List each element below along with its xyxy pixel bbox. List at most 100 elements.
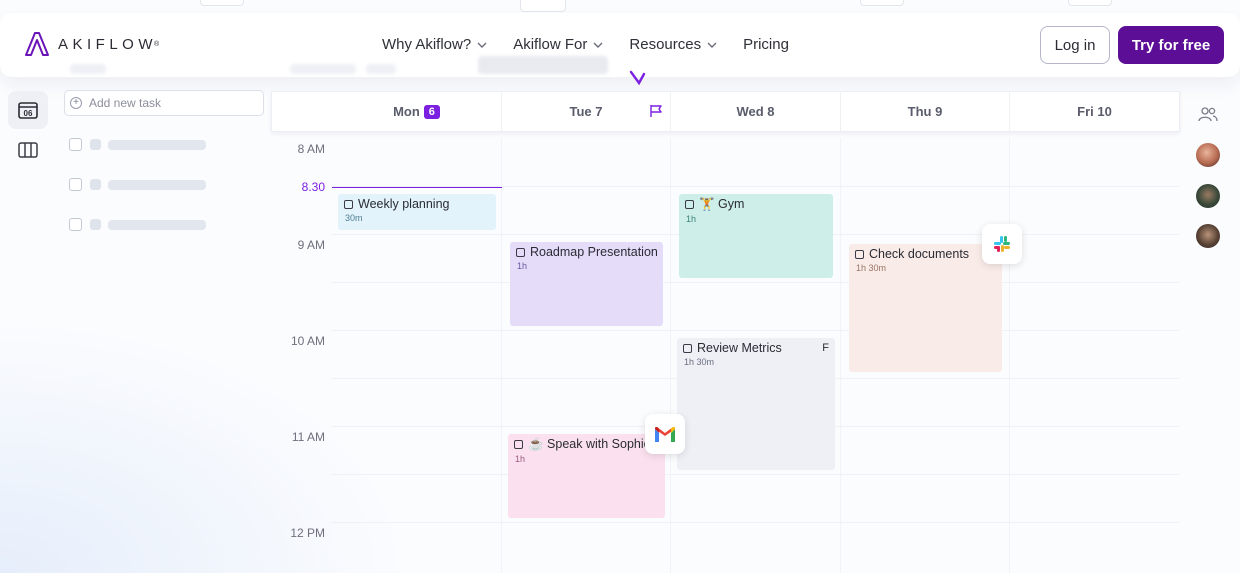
task-placeholder-row xyxy=(69,218,206,231)
event-title: Review Metrics xyxy=(697,341,782,355)
event-title: Check documents xyxy=(869,247,970,261)
day-label: Thu 9 xyxy=(907,104,943,119)
try-for-free-button[interactable]: Try for free xyxy=(1118,26,1224,64)
time-label: 12 PM xyxy=(290,526,325,540)
task-checkbox[interactable] xyxy=(69,138,82,151)
event-checkbox[interactable] xyxy=(855,249,864,259)
day-label: Tue 7 xyxy=(569,104,603,119)
event-roadmap-presentation[interactable]: Roadmap Presentation 1h xyxy=(510,242,663,326)
add-task-input[interactable]: + Add new task xyxy=(64,90,264,116)
flag-icon[interactable] xyxy=(649,104,663,118)
today-badge: 6 xyxy=(423,104,440,119)
people-icon[interactable] xyxy=(1198,106,1218,122)
time-label: 8 AM xyxy=(297,142,325,156)
akiflow-logo-icon xyxy=(25,32,49,56)
day-column-wed[interactable]: Wed 8 xyxy=(671,92,841,131)
calendar-icon-date: 06 xyxy=(24,109,33,118)
cursor-arrow-icon xyxy=(629,70,646,86)
time-label: 9 AM xyxy=(297,238,325,252)
blurred-toolbar xyxy=(478,56,608,74)
event-title: Roadmap Presentation xyxy=(530,245,657,259)
menu-resources[interactable]: Resources xyxy=(629,36,717,53)
chevron-down-icon xyxy=(477,42,487,48)
event-checkbox[interactable] xyxy=(344,199,353,209)
peek-card xyxy=(860,0,904,6)
chevron-down-icon xyxy=(593,42,603,48)
calendar-icon: 06 xyxy=(18,102,38,119)
task-skeleton-text xyxy=(108,139,206,150)
event-duration: 1h xyxy=(515,454,526,464)
day-column-thu[interactable]: Thu 9 xyxy=(841,92,1010,131)
task-checkbox[interactable] xyxy=(69,178,82,191)
menu-label: Pricing xyxy=(743,36,789,53)
login-button[interactable]: Log in xyxy=(1040,26,1110,64)
day-column-tue[interactable]: Tue 7 xyxy=(502,92,671,131)
event-duration: 30m xyxy=(345,213,363,223)
day-column-fri[interactable]: Fri 10 xyxy=(1010,92,1179,131)
task-placeholder-row xyxy=(69,178,206,191)
event-title: Weekly planning xyxy=(358,197,450,211)
menu-label: Akiflow For xyxy=(513,36,588,53)
time-label: 11 AM xyxy=(291,430,325,444)
menu-pricing[interactable]: Pricing xyxy=(743,36,789,53)
calendar-day-header: Mon 6 Tue 7 Wed 8 Thu 9 Fri 10 xyxy=(271,91,1180,132)
time-label: 10 AM xyxy=(290,334,325,348)
brand-logo[interactable]: AKIFLOW ® xyxy=(24,31,159,57)
columns-icon xyxy=(18,142,38,158)
event-gym[interactable]: 🏋 Gym 1h xyxy=(679,194,833,278)
task-placeholder-row xyxy=(69,138,206,151)
blurred-toolbar xyxy=(290,64,356,74)
slack-badge xyxy=(982,224,1022,264)
task-tag-dot xyxy=(90,219,101,230)
current-time-line xyxy=(332,187,502,188)
peek-card xyxy=(1068,0,1112,6)
event-checkbox[interactable] xyxy=(516,247,525,257)
day-label: Mon xyxy=(393,104,420,119)
event-checkbox[interactable] xyxy=(683,343,692,353)
plus-icon: + xyxy=(70,97,82,109)
blurred-toolbar xyxy=(366,64,396,74)
day-label: Fri 10 xyxy=(1077,104,1112,119)
event-duration: 1h 30m xyxy=(684,357,715,367)
menu-akiflow-for[interactable]: Akiflow For xyxy=(513,36,603,53)
brand-registered-mark: ® xyxy=(154,40,160,48)
event-overflow-text: F xyxy=(822,342,829,354)
event-checkbox[interactable] xyxy=(685,200,694,209)
avatar[interactable] xyxy=(1196,143,1220,167)
slack-icon xyxy=(994,236,1010,252)
event-title: 🏋 Gym xyxy=(699,197,745,211)
avatar[interactable] xyxy=(1196,224,1220,248)
add-task-placeholder: Add new task xyxy=(89,96,162,110)
gmail-badge xyxy=(645,414,685,454)
task-tag-dot xyxy=(90,179,101,190)
event-title: ☕ Speak with Sophie xyxy=(528,437,651,451)
day-column-mon[interactable]: Mon 6 xyxy=(332,92,502,131)
main-menu: Why Akiflow? Akiflow For Resources Prici… xyxy=(382,36,815,53)
task-skeleton-text xyxy=(108,179,206,190)
task-tag-dot xyxy=(90,139,101,150)
task-checkbox[interactable] xyxy=(69,218,82,231)
gmail-icon xyxy=(655,426,675,442)
chevron-down-icon xyxy=(707,42,717,48)
blurred-toolbar xyxy=(70,64,106,74)
event-check-documents[interactable]: Check documents 1h 30m xyxy=(849,244,1002,372)
current-time-label: 8.30 xyxy=(301,180,325,194)
day-label: Wed 8 xyxy=(736,104,775,119)
calendar-view-button[interactable]: 06 xyxy=(8,91,48,129)
brand-name: AKIFLOW xyxy=(58,35,158,53)
menu-label: Why Akiflow? xyxy=(382,36,472,53)
event-duration: 1h xyxy=(517,261,528,271)
menu-why-akiflow[interactable]: Why Akiflow? xyxy=(382,36,487,53)
avatar[interactable] xyxy=(1196,184,1220,208)
top-navbar: AKIFLOW ® Why Akiflow? Akiflow For Resou… xyxy=(0,13,1240,77)
peek-card xyxy=(520,0,566,12)
event-weekly-planning[interactable]: Weekly planning 30m xyxy=(338,194,496,230)
event-duration: 1h xyxy=(686,214,697,224)
event-duration: 1h 30m xyxy=(856,263,887,273)
peek-card xyxy=(200,0,244,6)
event-checkbox[interactable] xyxy=(514,440,523,449)
columns-view-button[interactable] xyxy=(8,131,48,169)
event-speak-with-sophie[interactable]: ☕ Speak with Sophie 1h xyxy=(508,434,665,518)
event-review-metrics[interactable]: Review Metrics F 1h 30m xyxy=(677,338,835,470)
menu-label: Resources xyxy=(629,36,702,53)
